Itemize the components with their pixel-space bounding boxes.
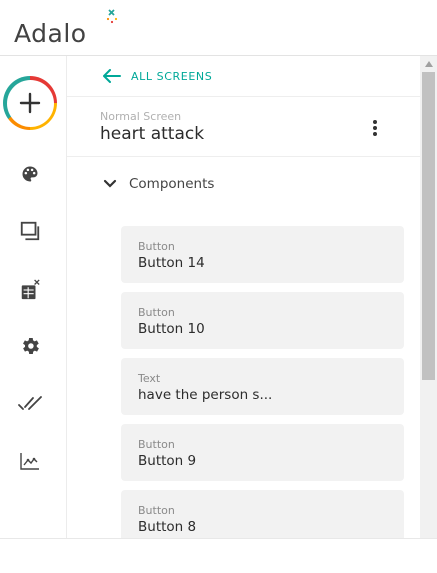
- chevron-down-icon: [103, 179, 117, 188]
- screen-name[interactable]: heart attack: [100, 124, 204, 144]
- screen-type-label: Normal Screen: [100, 110, 182, 123]
- scroll-up-button[interactable]: [420, 56, 437, 71]
- screens-nav-button[interactable]: [18, 219, 42, 243]
- panel-scrollbar[interactable]: [420, 56, 437, 538]
- all-screens-label: ALL SCREENS: [131, 69, 213, 83]
- database-icon: [21, 279, 40, 300]
- component-type: Button: [138, 438, 175, 451]
- component-type: Text: [138, 372, 161, 385]
- component-name: Button 8: [138, 519, 197, 535]
- screen-options-button[interactable]: [365, 118, 385, 138]
- analytics-icon: [20, 453, 39, 470]
- component-name: Button 10: [138, 321, 205, 337]
- top-bar: Adalo: [0, 0, 437, 56]
- component-type: Button: [138, 240, 175, 253]
- screen-header: Normal Screen heart attack: [67, 98, 420, 157]
- database-nav-button[interactable]: [18, 278, 42, 302]
- component-item[interactable]: Button Button 14: [121, 226, 404, 283]
- branding-nav-button[interactable]: [18, 162, 42, 186]
- component-name: Button 14: [138, 255, 205, 271]
- plus-icon: [19, 92, 41, 114]
- settings-nav-button[interactable]: [18, 334, 42, 358]
- bottom-bar: [0, 538, 437, 573]
- component-item[interactable]: Button Button 10: [121, 292, 404, 349]
- publish-nav-button[interactable]: [18, 392, 42, 416]
- scrollbar-thumb[interactable]: [422, 72, 435, 380]
- left-nav-rail: [0, 56, 67, 538]
- component-item[interactable]: Button Button 8: [121, 490, 404, 538]
- more-vertical-icon: [373, 120, 377, 136]
- components-section-toggle[interactable]: Components: [103, 170, 214, 198]
- components-section-label: Components: [129, 176, 215, 192]
- component-type: Button: [138, 306, 175, 319]
- logo-text: Adalo: [14, 19, 87, 48]
- all-screens-back-link[interactable]: ALL SCREENS: [67, 56, 420, 97]
- component-item[interactable]: Text have the person s...: [121, 358, 404, 415]
- component-name: have the person s...: [138, 387, 273, 403]
- screens-icon: [20, 221, 40, 241]
- add-button-inner: [6, 79, 54, 127]
- screen-components-panel: ALL SCREENS Normal Screen heart attack C…: [67, 56, 420, 538]
- double-check-icon: [18, 396, 42, 410]
- component-name: Button 9: [138, 453, 197, 469]
- add-component-button[interactable]: [3, 76, 57, 130]
- component-type: Button: [138, 504, 175, 517]
- analytics-nav-button[interactable]: [18, 449, 42, 473]
- logo-sparkle-icon: [106, 9, 118, 24]
- triangle-up-icon: [424, 60, 433, 67]
- adalo-logo[interactable]: Adalo: [14, 6, 118, 48]
- arrow-left-icon: [103, 69, 121, 83]
- component-item[interactable]: Button Button 9: [121, 424, 404, 481]
- palette-icon: [22, 166, 38, 182]
- gear-icon: [23, 338, 39, 354]
